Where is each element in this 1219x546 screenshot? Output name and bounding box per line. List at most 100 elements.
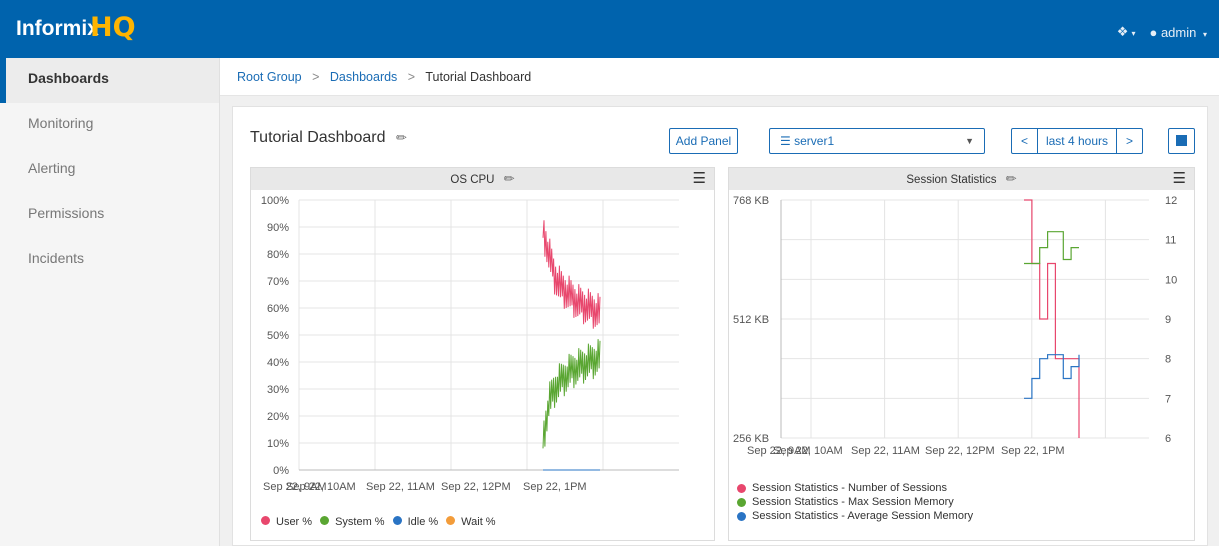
legend-item-user[interactable]: User % xyxy=(261,516,312,528)
x-tick-label: Sep 22, 1PM xyxy=(523,481,587,492)
y-tick-label: 10% xyxy=(267,438,289,450)
chevron-left-icon: < xyxy=(1020,134,1028,148)
panel-header: OS CPU ✏ ☰ xyxy=(251,168,714,190)
panel-header: Session Statistics ✏ ☰ xyxy=(729,168,1194,190)
sidebar-item-permissions[interactable]: Permissions xyxy=(0,193,219,238)
y-tick-label: 30% xyxy=(267,384,289,396)
chevron-down-icon: ▾ xyxy=(1202,29,1207,39)
info-icon: ❖ xyxy=(1116,24,1129,39)
sidebar: Dashboards Monitoring Alerting Permissio… xyxy=(0,58,220,546)
y-right-tick-label: 8 xyxy=(1165,354,1171,366)
edit-pencil-icon[interactable]: ✏ xyxy=(396,130,407,145)
hamburger-menu-icon[interactable]: ☰ xyxy=(693,168,706,190)
user-menu[interactable]: ● admin ▾ xyxy=(1149,25,1207,40)
x-tick-label: Sep 22, 12PM xyxy=(441,481,511,492)
y-right-tick-label: 12 xyxy=(1165,195,1177,207)
breadcrumb-separator: > xyxy=(407,70,416,84)
sidebar-item-alerting[interactable]: Alerting xyxy=(0,148,219,193)
sidebar-item-dashboards[interactable]: Dashboards xyxy=(0,58,219,103)
database-icon: ☰ xyxy=(780,134,791,148)
breadcrumb: Root Group > Dashboards > Tutorial Dashb… xyxy=(220,58,1219,96)
chart-legend: User % System % Idle % Wait % xyxy=(261,516,496,528)
legend-dot xyxy=(737,497,746,507)
y-right-tick-label: 10 xyxy=(1165,274,1177,286)
x-tick-label: Sep 22, 11AM xyxy=(851,445,920,457)
time-range-prev-button[interactable]: < xyxy=(1011,128,1038,154)
dashboard-title-text: Tutorial Dashboard xyxy=(250,129,386,146)
chevron-down-icon: ▼ xyxy=(965,136,974,146)
y-tick-label: 100% xyxy=(261,195,289,207)
y-right-tick-label: 9 xyxy=(1165,314,1171,326)
y-tick-label: 0% xyxy=(273,465,289,477)
legend-dot xyxy=(737,483,746,493)
x-tick-label: Sep 22, 10AM xyxy=(286,481,356,492)
panel-session-statistics: Session Statistics ✏ ☰ 12 11 10 9 8 7 6 768 KB 5… xyxy=(728,167,1195,541)
legend-item-sessions[interactable]: Session Statistics - Number of Sessions xyxy=(737,482,973,494)
x-tick-label: Sep 22, 11AM xyxy=(366,481,435,492)
legend-label: Session Statistics - Number of Sessions xyxy=(752,482,948,494)
panel-title: Session Statistics xyxy=(906,174,997,186)
panel-os-cpu: OS CPU ✏ ☰ 100% 90% 80% 70% 60% 50% 40% 30% 20% 1… xyxy=(250,167,715,541)
server-select-value: server1 xyxy=(794,134,835,148)
breadcrumb-current: Tutorial Dashboard xyxy=(425,70,532,84)
y-tick-label: 70% xyxy=(267,276,289,288)
hamburger-menu-icon[interactable]: ☰ xyxy=(1173,168,1186,190)
fullscreen-button[interactable] xyxy=(1168,128,1195,154)
user-label: admin xyxy=(1160,24,1197,40)
chart-legend: Session Statistics - Number of Sessions … xyxy=(737,482,973,522)
legend-dot xyxy=(261,516,270,525)
session-statistics-chart: 1211109876768 KB512 KB256 KBSep 22, 9AMS… xyxy=(733,195,1177,457)
y-right-tick-label: 6 xyxy=(1165,433,1171,445)
y-tick-label: 50% xyxy=(267,330,289,342)
legend-item-avg-memory[interactable]: Session Statistics - Average Session Mem… xyxy=(737,510,973,522)
panel-title: OS CPU xyxy=(450,174,495,186)
x-tick-label: Sep 22, 10AM xyxy=(773,445,843,457)
edit-pencil-icon[interactable]: ✏ xyxy=(1006,171,1017,186)
add-panel-button[interactable]: Add Panel xyxy=(669,128,738,154)
help-menu[interactable]: ❖ ▾ xyxy=(1117,24,1136,40)
server-select[interactable]: ☰ server1 ▼ xyxy=(769,128,985,154)
main-content: Tutorial Dashboard ✏ Add Panel ☰ server1… xyxy=(220,96,1219,546)
chevron-down-icon: ▾ xyxy=(1131,29,1136,38)
legend-label: Idle % xyxy=(407,516,439,528)
legend-label: Session Statistics - Average Session Mem… xyxy=(752,510,974,522)
y-tick-label: 20% xyxy=(267,411,289,423)
legend-label: System % xyxy=(335,516,385,528)
legend-dot xyxy=(392,516,402,525)
legend-item-idle[interactable]: Idle % xyxy=(392,516,439,528)
breadcrumb-root-group[interactable]: Root Group xyxy=(237,70,302,84)
expand-icon xyxy=(1176,135,1187,146)
legend-label: User % xyxy=(276,516,313,528)
y-right-tick-label: 11 xyxy=(1165,235,1176,247)
chevron-right-icon: > xyxy=(1125,134,1133,148)
breadcrumb-separator: > xyxy=(312,70,320,84)
top-navbar: Informix HQ ❖ ▾ ● admin ▾ xyxy=(0,0,1219,58)
legend-item-max-memory[interactable]: Session Statistics - Max Session Memory xyxy=(737,496,973,508)
y-left-tick-label: 512 KB xyxy=(733,314,769,326)
legend-item-wait[interactable]: Wait % xyxy=(446,516,496,528)
sidebar-item-incidents[interactable]: Incidents xyxy=(0,238,219,283)
os-cpu-chart: 100% 90% 80% 70% 60% 50% 40% 30% 20% 10% 0% Sep 22,… xyxy=(261,195,679,492)
y-tick-label: 60% xyxy=(267,303,289,315)
dashboard-card: Tutorial Dashboard ✏ Add Panel ☰ server1… xyxy=(232,106,1208,546)
legend-item-system[interactable]: System % xyxy=(320,516,385,528)
legend-dot xyxy=(446,516,456,525)
time-range-next-button[interactable]: > xyxy=(1116,128,1143,154)
edit-pencil-icon[interactable]: ✏ xyxy=(504,171,515,186)
logo-text: Informix xyxy=(16,17,99,40)
y-tick-label: 40% xyxy=(267,357,289,369)
x-tick-label: Sep 22, 1PM xyxy=(1001,445,1065,457)
y-left-tick-label: 256 KB xyxy=(733,433,769,445)
y-tick-label: 90% xyxy=(267,222,289,234)
y-right-tick-label: 7 xyxy=(1165,393,1171,405)
series-line xyxy=(542,220,601,329)
user-icon: ● xyxy=(1149,24,1158,40)
time-range-label[interactable]: last 4 hours xyxy=(1037,128,1117,154)
page-title: Tutorial Dashboard ✏ xyxy=(250,129,407,147)
breadcrumb-dashboards[interactable]: Dashboards xyxy=(330,70,397,84)
sidebar-item-monitoring[interactable]: Monitoring xyxy=(0,103,219,148)
legend-label: Wait % xyxy=(461,516,496,528)
y-left-tick-label: 768 KB xyxy=(733,195,769,207)
x-tick-label: Sep 22, 12PM xyxy=(925,445,995,457)
legend-label: Session Statistics - Max Session Memory xyxy=(752,496,954,508)
